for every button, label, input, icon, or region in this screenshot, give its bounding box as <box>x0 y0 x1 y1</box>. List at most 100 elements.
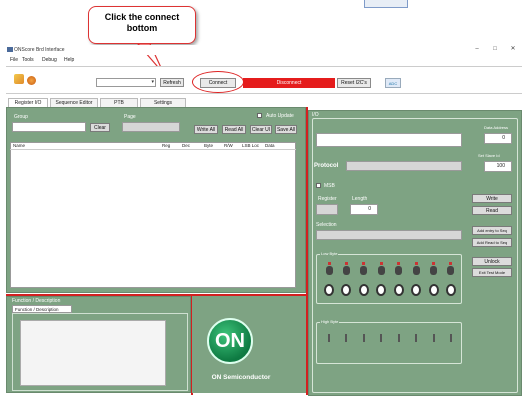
save-all-button[interactable]: Save All <box>275 125 297 134</box>
tab-settings[interactable]: Settings <box>140 98 186 107</box>
data-address-label: Data Address <box>484 125 509 130</box>
function-title: Function / Description <box>12 298 61 304</box>
high-byte-bit-indicator[interactable] <box>449 334 452 342</box>
add-read-button[interactable]: Add Read to Seq <box>472 238 512 247</box>
col-data: Data <box>265 143 275 148</box>
col-rw: R/W <box>224 143 233 148</box>
clear-button[interactable]: Clear <box>90 123 110 132</box>
selection-label: Selection <box>316 222 337 228</box>
low-byte-bit-indicator[interactable] <box>376 284 387 296</box>
msb-label: MSB <box>324 183 335 189</box>
register-table[interactable] <box>10 142 296 288</box>
low-byte-toggles <box>325 262 455 276</box>
page-select[interactable] <box>122 122 180 132</box>
low-byte-bit-indicator[interactable] <box>393 284 404 296</box>
high-byte-bit-indicator[interactable] <box>415 334 418 342</box>
menu-bar <box>6 56 522 64</box>
register-spinner[interactable] <box>316 204 338 215</box>
low-byte-bit-indicator[interactable] <box>358 284 369 296</box>
high-byte-bit-indicator[interactable] <box>328 334 330 342</box>
auto-update-label: Auto Update <box>266 113 294 119</box>
open-folder-icon[interactable] <box>14 74 24 84</box>
low-byte-toggle-switch[interactable] <box>377 262 385 276</box>
low-byte-bits <box>324 284 456 298</box>
connect-highlight-ring <box>192 71 244 93</box>
write-all-button[interactable]: Write All <box>194 125 218 134</box>
settings-orb-icon[interactable] <box>27 76 36 85</box>
low-byte-toggle-switch[interactable] <box>430 262 438 276</box>
auto-update-checkbox[interactable] <box>257 113 262 118</box>
length-spinner[interactable]: 0 <box>350 204 378 215</box>
high-byte-bits <box>328 334 452 344</box>
callout-line-2: bottom <box>126 23 158 33</box>
unlock-button[interactable]: Unlock <box>472 257 512 266</box>
refresh-button[interactable]: Refresh <box>160 78 184 87</box>
low-byte-bit-indicator[interactable] <box>411 284 422 296</box>
tab-sequence-editor[interactable]: Sequence Editor <box>50 98 98 107</box>
group-label: Group <box>14 114 28 120</box>
low-byte-bit-indicator[interactable] <box>324 284 334 296</box>
high-byte-bit-indicator[interactable] <box>397 334 400 342</box>
tab-register-io[interactable]: Register I/O <box>8 98 48 107</box>
protocol-select[interactable] <box>346 161 462 171</box>
msb-checkbox[interactable] <box>316 183 321 188</box>
exit-test-mode-button[interactable]: Exit Test Mode <box>472 268 512 277</box>
high-byte-bit-indicator[interactable] <box>380 334 383 342</box>
clear-ui-button[interactable]: Clear UI <box>250 125 272 134</box>
tab-ptb[interactable]: PTB <box>100 98 138 107</box>
app-icon <box>7 47 13 52</box>
adc-indicator[interactable]: ADC <box>385 78 401 88</box>
read-all-button[interactable]: Read All <box>222 125 246 134</box>
col-byte: Byte <box>204 143 214 148</box>
callout-line-1: Click the connect <box>104 12 180 22</box>
page-label: Page <box>124 114 136 120</box>
data-value-input[interactable] <box>316 133 462 147</box>
length-label: Length <box>352 196 368 202</box>
window-title: ONScore Brd Interface <box>14 47 65 53</box>
company-name: ON Semiconductor <box>211 374 271 381</box>
high-byte-bit-indicator[interactable] <box>432 334 435 342</box>
title-bar <box>6 45 522 55</box>
set-slave-spinner[interactable]: 100 <box>484 161 512 172</box>
minimize-button[interactable]: – <box>470 45 484 54</box>
maximize-button[interactable]: □ <box>488 45 502 54</box>
low-byte-toggle-switch[interactable] <box>447 262 455 276</box>
read-button[interactable]: Read <box>472 206 512 215</box>
top-edge-box <box>364 0 408 8</box>
add-entry-button[interactable]: Add entry to Seq <box>472 226 512 235</box>
reset-i2c-button[interactable]: Reset I2C's <box>337 78 371 88</box>
chevron-down-icon: ▾ <box>151 79 154 85</box>
connection-status: Disconnect <box>243 78 335 88</box>
col-dec: Dec <box>182 143 191 148</box>
device-combo[interactable]: ▾ <box>96 78 156 87</box>
low-byte-toggle-switch[interactable] <box>360 262 368 276</box>
high-byte-bit-indicator[interactable] <box>362 334 365 342</box>
low-byte-toggle-switch[interactable] <box>412 262 420 276</box>
menu-file[interactable]: File <box>10 57 18 63</box>
low-byte-bit-indicator[interactable] <box>341 284 352 296</box>
high-byte-bit-indicator[interactable] <box>345 334 348 342</box>
low-byte-label: Low Byte <box>320 251 339 256</box>
menu-tools[interactable]: Tools <box>22 57 34 63</box>
low-byte-bit-indicator[interactable] <box>428 284 439 296</box>
function-description-box[interactable] <box>20 320 166 386</box>
col-name: Name <box>13 143 26 148</box>
low-byte-bit-indicator[interactable] <box>445 284 456 296</box>
col-reg: Reg <box>162 143 171 148</box>
low-byte-toggle-switch[interactable] <box>342 262 350 276</box>
low-byte-toggle-switch[interactable] <box>325 262 333 276</box>
low-byte-toggle-switch[interactable] <box>395 262 403 276</box>
data-address-spinner[interactable]: 0 <box>484 133 512 144</box>
col-lsb-loc: LSB Loc <box>242 143 260 148</box>
instruction-callout: Click the connect bottom <box>88 6 196 44</box>
tab-function-description[interactable]: Function / Description <box>12 305 72 313</box>
on-semiconductor-logo: ON <box>207 318 253 364</box>
menu-debug[interactable]: Debug <box>42 57 57 63</box>
menu-help[interactable]: Help <box>64 57 74 63</box>
set-slave-label: Set Slave Id <box>478 153 500 158</box>
close-button[interactable]: ✕ <box>506 45 520 54</box>
selection-select[interactable] <box>316 230 462 240</box>
group-input[interactable] <box>12 122 86 132</box>
protocol-label: Protocol <box>314 163 339 169</box>
write-button[interactable]: Write <box>472 194 512 203</box>
